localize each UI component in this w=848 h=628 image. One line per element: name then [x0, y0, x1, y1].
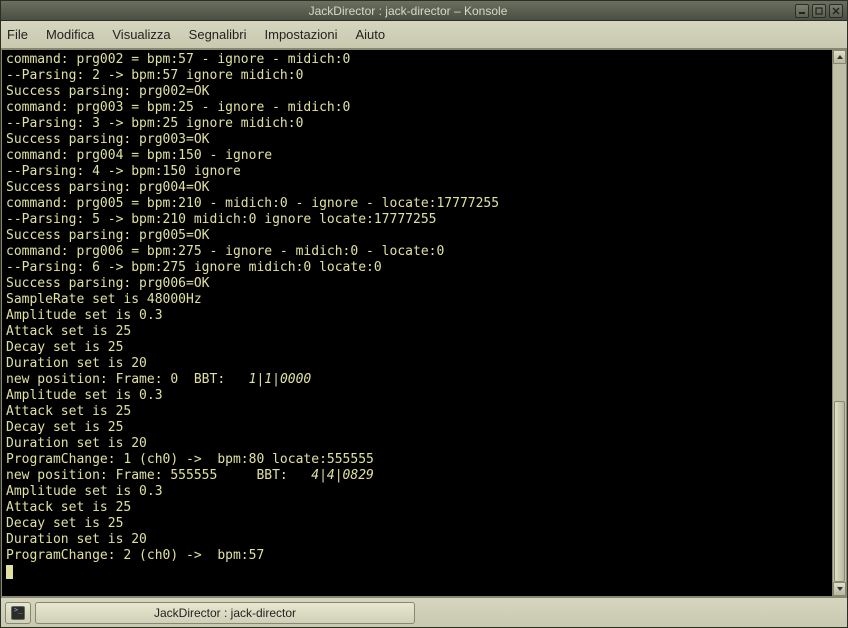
menu-settings[interactable]: Impostazioni: [265, 27, 338, 42]
terminal-line: Success parsing: prg002=OK: [6, 84, 828, 100]
close-button[interactable]: [829, 4, 843, 18]
terminal-output[interactable]: command: prg002 = bpm:57 - ignore - midi…: [2, 50, 832, 596]
scroll-track[interactable]: [833, 64, 846, 582]
terminal-line: Duration set is 20: [6, 532, 828, 548]
app-window: JackDirector : jack-director – Konsole F…: [0, 0, 848, 628]
terminal-line: Success parsing: prg006=OK: [6, 276, 828, 292]
minimize-button[interactable]: [795, 4, 809, 18]
scroll-up-button[interactable]: [833, 50, 846, 64]
tab-bar: JackDirector : jack-director: [1, 597, 847, 627]
cursor-icon: [6, 565, 13, 579]
terminal-line: Attack set is 25: [6, 500, 828, 516]
terminal-line: Amplitude set is 0.3: [6, 388, 828, 404]
terminal-line: Attack set is 25: [6, 324, 828, 340]
menubar: File Modifica Visualizza Segnalibri Impo…: [1, 21, 847, 49]
new-tab-button[interactable]: [5, 602, 31, 624]
maximize-button[interactable]: [812, 4, 826, 18]
tab-label: JackDirector : jack-director: [154, 606, 296, 620]
terminal-line: Amplitude set is 0.3: [6, 308, 828, 324]
terminal-line: command: prg002 = bpm:57 - ignore - midi…: [6, 52, 828, 68]
terminal-line: new position: Frame: 0 BBT: 1|1|0000: [6, 372, 828, 388]
terminal-line: command: prg006 = bpm:275 - ignore - mid…: [6, 244, 828, 260]
terminal-icon: [11, 606, 25, 620]
window-title: JackDirector : jack-director – Konsole: [21, 4, 795, 18]
terminal-line: --Parsing: 6 -> bpm:275 ignore midich:0 …: [6, 260, 828, 276]
menu-help[interactable]: Aiuto: [355, 27, 385, 42]
menu-file[interactable]: File: [7, 27, 28, 42]
terminal-line: new position: Frame: 555555 BBT: 4|4|082…: [6, 468, 828, 484]
terminal-line: ProgramChange: 1 (ch0) -> bpm:80 locate:…: [6, 452, 828, 468]
terminal-line: ProgramChange: 2 (ch0) -> bpm:57: [6, 548, 828, 564]
terminal-line: Duration set is 20: [6, 436, 828, 452]
terminal-line: Decay set is 25: [6, 340, 828, 356]
tab-active[interactable]: JackDirector : jack-director: [35, 602, 415, 624]
vertical-scrollbar[interactable]: [832, 50, 846, 596]
terminal-line: Amplitude set is 0.3: [6, 484, 828, 500]
terminal-line: SampleRate set is 48000Hz: [6, 292, 828, 308]
titlebar[interactable]: JackDirector : jack-director – Konsole: [1, 1, 847, 21]
scroll-thumb[interactable]: [834, 401, 845, 582]
terminal-line: --Parsing: 2 -> bpm:57 ignore midich:0: [6, 68, 828, 84]
terminal-line: command: prg004 = bpm:150 - ignore: [6, 148, 828, 164]
terminal-line: --Parsing: 4 -> bpm:150 ignore: [6, 164, 828, 180]
terminal-line: --Parsing: 3 -> bpm:25 ignore midich:0: [6, 116, 828, 132]
scroll-down-button[interactable]: [833, 582, 846, 596]
terminal-line: Decay set is 25: [6, 420, 828, 436]
menu-bookmarks[interactable]: Segnalibri: [189, 27, 247, 42]
terminal-line: Duration set is 20: [6, 356, 828, 372]
window-controls: [795, 4, 843, 18]
terminal-line: Success parsing: prg003=OK: [6, 132, 828, 148]
terminal-line: Decay set is 25: [6, 516, 828, 532]
terminal-line: Attack set is 25: [6, 404, 828, 420]
terminal-line: Success parsing: prg005=OK: [6, 228, 828, 244]
terminal-container: command: prg002 = bpm:57 - ignore - midi…: [1, 49, 847, 597]
menu-view[interactable]: Visualizza: [112, 27, 170, 42]
terminal-line: command: prg005 = bpm:210 - midich:0 - i…: [6, 196, 828, 212]
menu-edit[interactable]: Modifica: [46, 27, 94, 42]
terminal-line: --Parsing: 5 -> bpm:210 midich:0 ignore …: [6, 212, 828, 228]
terminal-line: command: prg003 = bpm:25 - ignore - midi…: [6, 100, 828, 116]
terminal-line: Success parsing: prg004=OK: [6, 180, 828, 196]
terminal-cursor-line: [6, 564, 828, 580]
